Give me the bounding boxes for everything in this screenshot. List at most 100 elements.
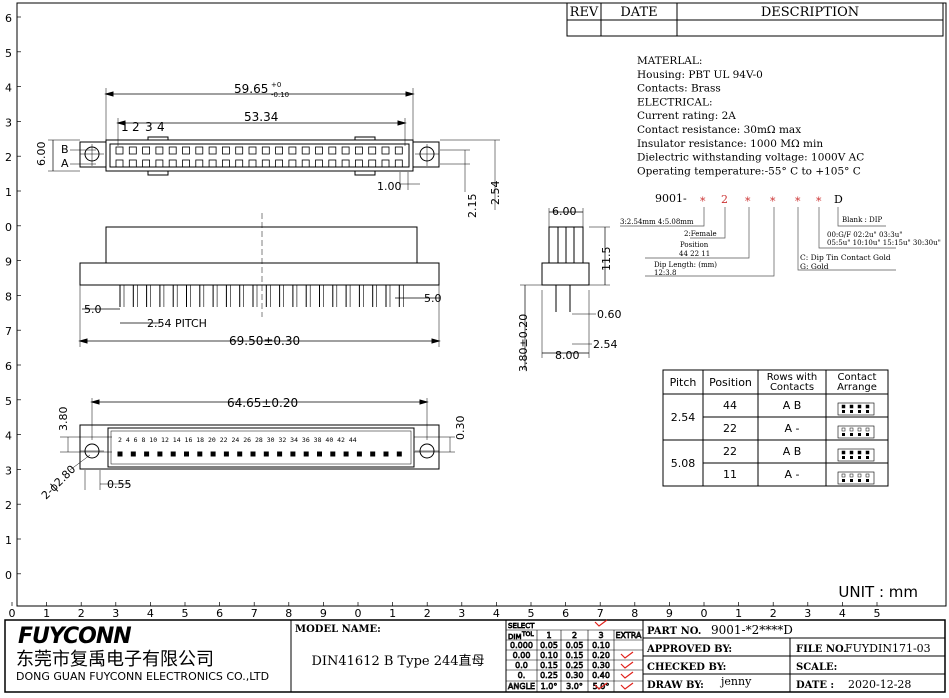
pcb-pin-a: [117, 451, 123, 457]
check-mark-icon: [620, 682, 634, 690]
top-view-pin: [288, 146, 297, 155]
pcb-pin-a: [290, 451, 296, 457]
tol-cell: 0.20: [592, 651, 610, 660]
pcb-pin-a: [210, 451, 216, 457]
connector-top-view: [48, 88, 500, 210]
top-view-pin: [328, 146, 337, 155]
dim-height: 6.00: [35, 142, 48, 167]
pcb-pin-a: [157, 451, 163, 457]
checked-label: CHECKED BY:: [647, 662, 726, 673]
tol-col-header: 3: [598, 631, 603, 640]
top-view-pin: [221, 159, 230, 168]
tol-cell: 0.10: [540, 651, 558, 660]
top-view-pin: [128, 159, 137, 168]
pcb-pin-a: [223, 451, 229, 457]
plating-1: C: Dip Tin Contact Gold: [800, 253, 891, 262]
top-view-pin: [115, 159, 124, 168]
bottom-ruler-label: 4: [493, 607, 500, 620]
left-ruler-label: 2: [5, 151, 12, 164]
gold-2: 05:5u" 10:10u" 15:15u" 30:30u": [827, 239, 941, 247]
pcb-dim-380: 3.80: [57, 407, 70, 432]
pin-label-4: 4: [157, 120, 165, 134]
file-no-value: FUYDIN171-03: [845, 642, 931, 655]
bottom-ruler-label: 6: [216, 607, 223, 620]
check-mark-icon: [620, 671, 634, 679]
top-view-pin: [142, 159, 151, 168]
tol-cell: 1.0°: [541, 682, 558, 691]
blank-dip: Blank : DIP: [842, 216, 882, 224]
tol-cell: ANGLE: [508, 682, 535, 691]
dim-pitch: 2.54 PITCH: [147, 317, 207, 330]
top-view-pin: [381, 146, 390, 155]
select-label: SELECT: [508, 622, 535, 630]
code-two: 2: [721, 193, 728, 206]
position-value: 22: [723, 422, 737, 435]
tol-col-header: 2: [572, 631, 577, 640]
bottom-ruler-label: 5: [182, 607, 189, 620]
top-view-pin: [275, 146, 284, 155]
tol-cell: 0.05: [540, 641, 558, 650]
bottom-ruler-label: 1: [389, 607, 396, 620]
bottom-ruler: 0 1 2 3 4 5 6 7 8 9 0 1 2 3 4 5 6 7 8 9 0 1 2 3 4 5: [9, 602, 881, 620]
bottom-ruler-label: 3: [458, 607, 465, 620]
top-view-pin: [394, 146, 403, 155]
date-value: 2020-12-28: [848, 678, 911, 691]
dim-50-left: 5.0: [84, 303, 102, 316]
top-view-pin: [341, 159, 350, 168]
drawing-canvas: 65432109876543210 0123456789012345678901…: [4, 2, 947, 693]
tol-cell: 0.10: [592, 641, 610, 650]
bottom-ruler-label: 2: [78, 607, 85, 620]
top-view-pin: [354, 146, 363, 155]
rows-value: A B: [783, 399, 802, 412]
material-line: Operating temperature:-55° C to +105° C: [637, 165, 861, 177]
top-view-pin: [275, 159, 284, 168]
bottom-ruler-label: 0: [355, 607, 362, 620]
top-view-pin: [315, 146, 323, 155]
top-view-pin: [235, 146, 244, 155]
dip-length-label: Dip Length: (mm): [654, 261, 717, 269]
scale-label: SCALE:: [796, 662, 837, 673]
bottom-ruler-label: 9: [666, 607, 673, 620]
top-view-pin: [128, 146, 137, 155]
code-star-4: *: [795, 195, 801, 208]
pitch-table-header: Pitch: [670, 376, 697, 389]
top-view-body: [105, 139, 414, 172]
top-view-pin: [208, 146, 217, 155]
bottom-ruler-label: 7: [597, 607, 604, 620]
top-view-pin: [195, 159, 204, 168]
approved-label: APPROVED BY:: [646, 644, 732, 655]
check-mark-icon: [620, 651, 634, 659]
bottom-ruler-label: 3: [804, 607, 811, 620]
pitch-table: Pitch Position Rows withContactsContactArr…: [662, 369, 889, 487]
material-line: Current rating: 2A: [637, 110, 736, 122]
material-line: Housing: PBT UL 94V-0: [637, 69, 763, 81]
pin-label-1: 1: [121, 120, 129, 134]
end-dim-600: 6.00: [552, 205, 577, 218]
top-view-pin: [168, 146, 177, 155]
pcb-layout-view: [60, 398, 455, 490]
rows-value: A B: [783, 445, 802, 458]
left-ruler-label: 7: [5, 325, 12, 338]
pcb-dim-6465: 64.65±0.20: [227, 396, 298, 410]
top-view-pin: [248, 146, 257, 155]
female-note: 2:Female: [684, 230, 717, 238]
material-line: Contacts: Brass: [637, 83, 721, 95]
bottom-ruler-label: 1: [735, 607, 742, 620]
left-ruler-label: 8: [5, 290, 12, 303]
left-ruler-label: 0: [5, 569, 12, 582]
code-star-3: *: [770, 195, 776, 208]
pcb-pin-a: [396, 451, 402, 457]
bottom-ruler-label: 1: [43, 607, 50, 620]
code-star-1: *: [700, 195, 706, 208]
bottom-ruler-label: 9: [320, 607, 327, 620]
side-view-header: [105, 226, 418, 264]
gold-1: 00:G/F 02:2u" 03:3u": [827, 231, 902, 239]
material-line: ELECTRICAL:: [637, 96, 713, 108]
bottom-ruler-label: 3: [112, 607, 119, 620]
tol-cell: 0.30: [592, 661, 610, 670]
left-ruler-label: 1: [5, 186, 12, 199]
drawing-sheet: 65432109876543210 0123456789012345678901…: [0, 0, 949, 698]
left-ruler-label: 4: [5, 82, 12, 95]
pitch-value: 5.08: [671, 457, 696, 470]
top-view-pin: [315, 159, 323, 168]
